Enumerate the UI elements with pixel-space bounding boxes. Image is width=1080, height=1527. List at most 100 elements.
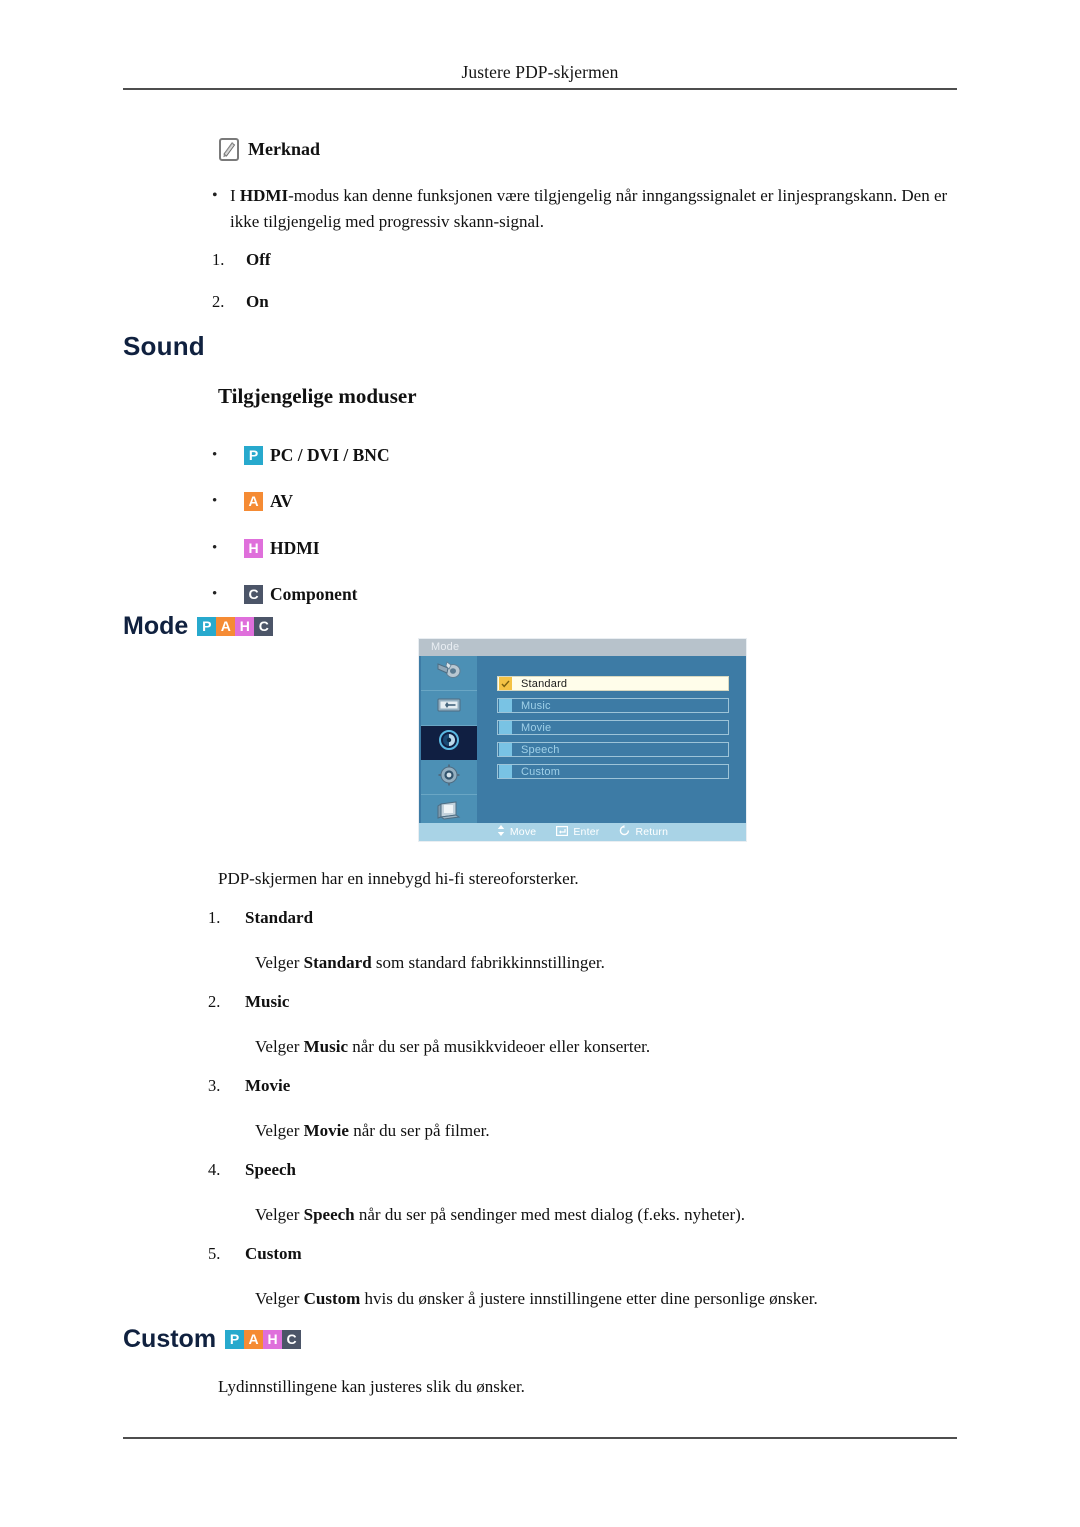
- badge-pc-icon: P: [244, 445, 263, 465]
- available-modes-list: • P PC / DVI / BNC • A AV • H HDMI • C C…: [212, 432, 390, 618]
- bullet-dot: •: [212, 493, 218, 510]
- note-option-off: 1. Off: [212, 250, 271, 270]
- mode-intro-paragraph: PDP-skjermen har en innebygd hi-fi stere…: [218, 869, 579, 888]
- osd-item-speech[interactable]: Speech: [497, 742, 729, 757]
- osd-sidebar-item-picture[interactable]: [421, 656, 477, 691]
- osd-footer-return-label: Return: [635, 826, 669, 838]
- badge-av-icon: A: [216, 617, 236, 636]
- osd-item-movie-label: Movie: [521, 721, 552, 734]
- mode-entry-2-desc-bold: Music: [303, 1037, 349, 1056]
- osd-item-music-label: Music: [521, 699, 551, 712]
- available-mode-av: • A AV: [212, 479, 390, 526]
- mode-entry-1-title: Standard: [245, 908, 314, 927]
- badge-hdmi-icon: H: [263, 1330, 283, 1349]
- badge-av-icon: A: [244, 1330, 264, 1349]
- note-label: Merknad: [248, 139, 320, 159]
- custom-badge-row: P A H C: [225, 1330, 302, 1349]
- section-heading-sound: Sound: [123, 331, 205, 361]
- mode-entry-4-desc: Velger Speech når du ser på sendinger me…: [255, 1202, 955, 1227]
- section-heading-mode-text: Mode: [123, 612, 189, 640]
- mode-badge-row: P A H C: [197, 617, 274, 636]
- note-option-off-index: 1.: [212, 250, 225, 269]
- note-pencil-icon: [219, 138, 239, 161]
- badge-hdmi-icon: H: [235, 617, 255, 636]
- custom-body-paragraph: Lydinnstillingene kan justeres slik du ø…: [218, 1377, 525, 1396]
- mode-entry-4-index: 4.: [208, 1160, 221, 1179]
- osd-footer-move-label: Move: [509, 826, 537, 838]
- badge-av-icon: A: [244, 492, 263, 512]
- mode-entry-1-index: 1.: [208, 908, 221, 927]
- osd-item-custom[interactable]: Custom: [497, 764, 729, 779]
- osd-sidebar-item-screen[interactable]: [421, 691, 477, 726]
- osd-footer-enter: Enter: [556, 825, 599, 839]
- badge-hdmi-icon: H: [244, 538, 263, 558]
- note-bullet-rest: -modus kan denne funksjonen være tilgjen…: [230, 186, 948, 231]
- move-updown-icon: [497, 825, 505, 839]
- return-arrow-icon: [619, 825, 630, 839]
- multi-control-monitor-icon: [436, 800, 462, 825]
- mode-entry-4-desc-suffix: når du ser på sendinger med mest dialog …: [354, 1205, 746, 1224]
- document-page: Justere PDP-skjermen Merknad • I HDMI-mo…: [0, 0, 1080, 1527]
- note-bullet-item: • I HDMI-modus kan denne funksjonen være…: [212, 183, 972, 234]
- osd-item-standard[interactable]: Standard: [497, 676, 729, 691]
- checkbox-unchecked-icon: [499, 699, 512, 712]
- osd-footer-bar: Move Enter Return: [419, 823, 746, 841]
- sound-speaker-icon: [438, 729, 460, 756]
- note-option-on-label: On: [246, 292, 269, 311]
- bullet-dot: •: [212, 586, 218, 603]
- osd-footer-move: Move: [497, 825, 536, 839]
- mode-entry-2: 2. Music: [208, 992, 289, 1012]
- mode-entry-2-title: Music: [245, 992, 290, 1011]
- mode-entry-3-desc-suffix: når du ser på filmer.: [348, 1121, 490, 1140]
- mode-entry-5-desc: Velger Custom hvis du ønsker å justere i…: [255, 1286, 975, 1311]
- note-bullet-prefix: I: [230, 186, 240, 205]
- mode-entry-4-desc-bold: Speech: [303, 1205, 355, 1224]
- checkbox-unchecked-icon: [499, 721, 512, 734]
- bullet-dot: •: [212, 539, 218, 556]
- osd-item-custom-label: Custom: [521, 765, 561, 778]
- mode-entry-3-desc-prefix: Velger: [255, 1121, 304, 1140]
- mode-entry-2-desc-suffix: når du ser på musikkvideoer eller konser…: [348, 1037, 651, 1056]
- mode-entry-5-desc-bold: Custom: [303, 1289, 361, 1308]
- badge-pc-icon: P: [197, 617, 217, 636]
- mode-entry-3-index: 3.: [208, 1076, 221, 1095]
- osd-sidebar-item-setup[interactable]: [421, 760, 477, 796]
- osd-title-bar: Mode: [419, 639, 746, 656]
- note-option-on: 2. On: [212, 292, 269, 312]
- mode-entry-3-desc: Velger Movie når du ser på filmer.: [255, 1118, 935, 1143]
- screen-display-icon: [436, 696, 462, 719]
- mode-entry-4-desc-prefix: Velger: [255, 1205, 304, 1224]
- badge-component-icon: C: [244, 585, 263, 605]
- checkbox-unchecked-icon: [499, 743, 512, 756]
- mode-entry-2-index: 2.: [208, 992, 221, 1011]
- mode-entry-1-desc-bold: Standard: [303, 953, 372, 972]
- mode-entry-2-desc-prefix: Velger: [255, 1037, 304, 1056]
- setup-gear-icon: [438, 764, 460, 791]
- mode-entry-1-desc-prefix: Velger: [255, 953, 304, 972]
- mode-entry-4-title: Speech: [245, 1160, 296, 1179]
- osd-item-standard-label: Standard: [521, 677, 568, 690]
- mode-entry-3-desc-bold: Movie: [303, 1121, 349, 1140]
- osd-item-list: Standard Music Movie Speech Custom: [477, 656, 746, 825]
- mode-entry-1-desc: Velger Standard som standard fabrikkinns…: [255, 950, 935, 975]
- note-option-on-index: 2.: [212, 292, 225, 311]
- osd-sidebar: [421, 656, 477, 830]
- available-mode-hdmi-label: HDMI: [270, 537, 320, 558]
- osd-item-movie[interactable]: Movie: [497, 720, 729, 735]
- available-mode-hdmi: • H HDMI: [212, 525, 390, 572]
- note-option-off-label: Off: [246, 250, 271, 269]
- available-mode-component-label: Component: [270, 584, 358, 605]
- footer-rule: [123, 1437, 957, 1439]
- subheading-available-modes: Tilgjengelige moduser: [218, 384, 417, 408]
- checkbox-unchecked-icon: [499, 765, 512, 778]
- osd-sidebar-item-sound[interactable]: [421, 725, 477, 761]
- mode-entry-5: 5. Custom: [208, 1244, 302, 1264]
- running-header: Justere PDP-skjermen: [461, 62, 619, 82]
- bullet-dot: •: [212, 187, 218, 204]
- enter-key-icon: [556, 825, 569, 839]
- osd-item-music[interactable]: Music: [497, 698, 729, 713]
- osd-menu-screenshot: Mode Standard Music Movie Speech Custom …: [418, 638, 747, 842]
- mode-entry-4: 4. Speech: [208, 1160, 296, 1180]
- mode-entry-5-desc-suffix: hvis du ønsker å justere innstillingene …: [360, 1289, 818, 1308]
- mode-entry-3-title: Movie: [245, 1076, 291, 1095]
